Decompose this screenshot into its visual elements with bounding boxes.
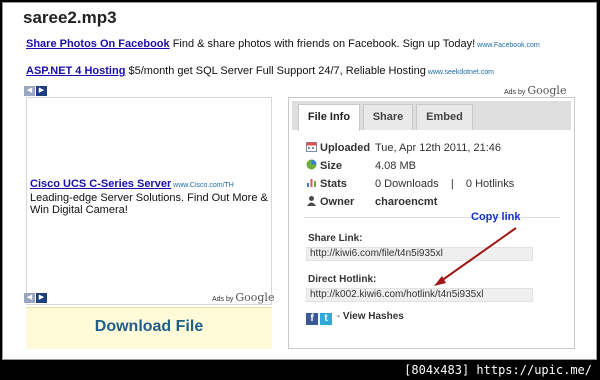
ad-url[interactable]: www.seekdotnet.com xyxy=(426,69,494,76)
social-separator: - xyxy=(334,311,343,322)
ad-text: $5/month get SQL Server Full Support 24/… xyxy=(125,65,426,77)
download-button[interactable]: Download File xyxy=(26,307,272,349)
ads-by-text: Ads by xyxy=(504,89,528,96)
cisco-ad-text: Leading-edge Server Solutions. Find Out … xyxy=(30,192,268,216)
ad-link-aspnet[interactable]: ASP.NET 4 Hosting xyxy=(26,65,125,77)
page-title: saree2.mp3 xyxy=(23,8,117,27)
google-logo: Google xyxy=(527,84,567,97)
google-logo: Google xyxy=(235,291,275,304)
cisco-ad: Cisco UCS C-Series Server www.Cisco.com/… xyxy=(30,178,268,216)
tab-share[interactable]: Share xyxy=(363,104,413,130)
share-link-label: Share Link: xyxy=(308,233,363,244)
stats-value: 0 Downloads | 0 Hotlinks xyxy=(375,178,515,190)
cisco-ad-url[interactable]: www.Cisco.com/TH xyxy=(171,182,234,189)
uploaded-value: Tue, Apr 12th 2011, 21:46 xyxy=(375,142,501,154)
ad-url[interactable]: www.Facebook.com xyxy=(475,42,540,49)
uploaded-row: Uploaded Tue, Apr 12th 2011, 21:46 xyxy=(306,141,501,154)
owner-value[interactable]: charoencmt xyxy=(375,196,437,208)
ad-text: Find & share photos with friends on Face… xyxy=(169,38,476,50)
direct-hotlink-field[interactable]: http://k002.kiwi6.com/hotlink/t4n5i935xl xyxy=(306,288,533,302)
user-icon xyxy=(307,196,316,206)
bar-chart-icon xyxy=(307,179,316,187)
twitter-icon[interactable]: t xyxy=(320,313,332,325)
ad-next-button[interactable]: ▶ xyxy=(36,293,47,303)
download-label: Download File xyxy=(94,318,204,335)
stats-row: Stats 0 Downloads | 0 Hotlinks xyxy=(306,177,514,190)
uploaded-label: Uploaded xyxy=(320,142,371,154)
calendar-icon xyxy=(306,142,317,152)
pie-chart-icon xyxy=(306,159,317,170)
size-label: Size xyxy=(320,160,343,172)
direct-hotlink-label: Direct Hotlink: xyxy=(308,274,377,285)
ad-next-button[interactable]: ▶ xyxy=(36,86,47,96)
social-row: ft - View Hashes xyxy=(306,311,404,325)
tab-embed[interactable]: Embed xyxy=(416,104,473,130)
text-ad-aspnet: ASP.NET 4 Hosting $5/month get SQL Serve… xyxy=(26,65,494,77)
ad-prev-button[interactable]: ◀ xyxy=(24,86,35,96)
divider xyxy=(304,217,560,218)
view-hashes-link[interactable]: View Hashes xyxy=(343,311,404,322)
size-row: Size 4.08 MB xyxy=(306,159,416,172)
ad-link-facebook[interactable]: Share Photos On Facebook xyxy=(26,38,170,50)
ad-nav-bottom: ◀ ▶ xyxy=(24,293,47,303)
size-value: 4.08 MB xyxy=(375,160,416,172)
owner-row: Owner charoencmt xyxy=(306,195,437,208)
ad-nav-top: ◀ ▶ xyxy=(24,86,47,96)
stats-label: Stats xyxy=(320,178,347,190)
share-link-field[interactable]: http://kiwi6.com/file/t4n5i935xl xyxy=(306,247,533,261)
screenshot-canvas: saree2.mp3 Share Photos On Facebook Find… xyxy=(0,0,600,380)
owner-label: Owner xyxy=(320,196,355,208)
ads-by-google-bottom[interactable]: Ads by Google xyxy=(212,291,274,304)
tab-file-info[interactable]: File Info xyxy=(298,104,360,131)
ads-by-google-top[interactable]: Ads by Google xyxy=(504,84,566,97)
cisco-ad-link[interactable]: Cisco UCS C-Series Server xyxy=(30,178,171,190)
tab-bar: File Info Share Embed xyxy=(292,101,571,131)
watermark: [804x483] https://upic.me/ xyxy=(404,363,592,377)
ad-prev-button[interactable]: ◀ xyxy=(24,293,35,303)
ads-by-text: Ads by xyxy=(212,296,236,303)
facebook-icon[interactable]: f xyxy=(306,313,318,325)
text-ad-facebook: Share Photos On Facebook Find & share ph… xyxy=(26,38,540,50)
copy-link-annotation: Copy link xyxy=(471,211,521,223)
